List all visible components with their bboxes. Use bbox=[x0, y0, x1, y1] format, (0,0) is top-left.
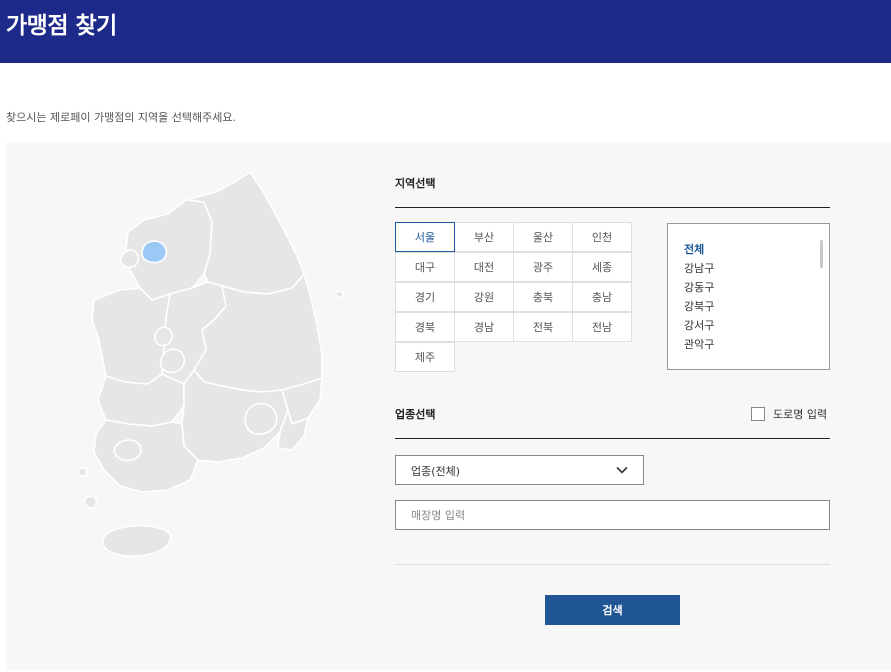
search-button[interactable]: 검색 bbox=[545, 595, 680, 625]
city-option[interactable]: 제주 bbox=[395, 342, 455, 372]
district-option[interactable]: 전체 bbox=[684, 240, 714, 259]
district-option[interactable]: 강남구 bbox=[684, 259, 714, 278]
page-title: 가맹점 찾기 bbox=[6, 13, 117, 39]
map-island-south bbox=[77, 467, 88, 477]
form-divider bbox=[395, 564, 830, 565]
road-name-label: 도로명 입력 bbox=[773, 408, 828, 421]
city-option[interactable]: 대전 bbox=[454, 252, 514, 282]
city-option[interactable]: 대구 bbox=[395, 252, 455, 282]
city-option[interactable]: 충북 bbox=[513, 282, 573, 312]
city-option[interactable]: 전남 bbox=[572, 312, 632, 342]
search-panel: 지역선택 서울 부산 울산 인천 대구 대전 광주 세종 경기 강원 충북 충남 경북 경남 전북 전남 제주 … bbox=[6, 142, 891, 670]
city-option[interactable]: 광주 bbox=[513, 252, 573, 282]
road-name-checkbox[interactable] bbox=[751, 407, 765, 421]
korea-region-map[interactable] bbox=[66, 170, 356, 560]
district-scrollbar[interactable] bbox=[820, 240, 823, 268]
road-name-toggle[interactable]: 도로명 입력 bbox=[751, 406, 827, 422]
district-option[interactable]: 강서구 bbox=[684, 316, 714, 335]
city-option[interactable]: 충남 bbox=[572, 282, 632, 312]
district-list: 전체 강남구 강동구 강북구 강서구 관악구 bbox=[684, 240, 714, 354]
district-list-box[interactable]: 전체 강남구 강동구 강북구 강서구 관악구 bbox=[667, 223, 830, 370]
city-option[interactable]: 경기 bbox=[395, 282, 455, 312]
map-region-daegu bbox=[244, 402, 278, 436]
region-section-title: 지역선택 bbox=[395, 177, 436, 190]
city-option[interactable]: 인천 bbox=[572, 222, 632, 252]
store-name-input[interactable] bbox=[395, 500, 830, 530]
map-region-sejong bbox=[154, 326, 173, 347]
city-option[interactable]: 강원 bbox=[454, 282, 514, 312]
page-header: 가맹점 찾기 bbox=[0, 0, 891, 63]
map-region-seoul bbox=[141, 240, 168, 264]
category-section-title: 업종선택 bbox=[395, 408, 436, 421]
chevron-down-icon bbox=[616, 466, 628, 474]
city-option[interactable]: 전북 bbox=[513, 312, 573, 342]
city-option[interactable]: 부산 bbox=[454, 222, 514, 252]
city-option[interactable]: 세종 bbox=[572, 252, 632, 282]
guide-text: 찾으시는 제로페이 가맹점의 지역을 선택해주세요. bbox=[6, 111, 237, 124]
category-divider bbox=[395, 438, 830, 439]
district-option[interactable]: 강북구 bbox=[684, 297, 714, 316]
map-island-ulleung bbox=[335, 290, 344, 299]
district-option[interactable]: 관악구 bbox=[684, 335, 714, 354]
city-option[interactable]: 서울 bbox=[395, 222, 455, 252]
map-region-jeonnam bbox=[93, 419, 199, 493]
city-option[interactable]: 경남 bbox=[454, 312, 514, 342]
category-select-value: 업종(전체) bbox=[411, 465, 461, 478]
map-island-west bbox=[83, 495, 98, 509]
region-divider bbox=[395, 207, 830, 208]
map-region-jeju bbox=[102, 524, 172, 557]
map-region-incheon bbox=[119, 249, 140, 269]
city-option[interactable]: 울산 bbox=[513, 222, 573, 252]
map-region-gwangju bbox=[113, 439, 142, 462]
city-option[interactable]: 경북 bbox=[395, 312, 455, 342]
district-option[interactable]: 강동구 bbox=[684, 278, 714, 297]
category-select[interactable]: 업종(전체) bbox=[395, 455, 644, 485]
